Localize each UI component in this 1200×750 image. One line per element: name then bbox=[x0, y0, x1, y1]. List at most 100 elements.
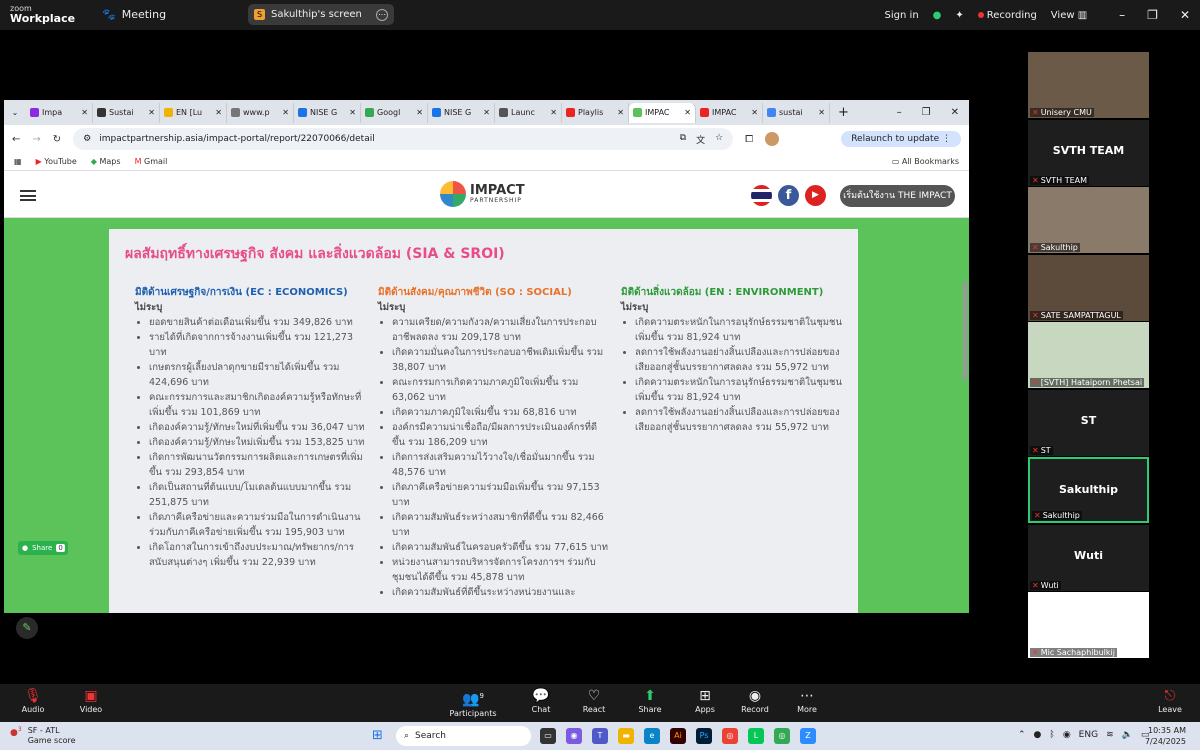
close-icon[interactable]: ✕ bbox=[1180, 8, 1190, 22]
share-button[interactable]: ● Share 0 bbox=[18, 541, 68, 555]
chat-button[interactable]: 💬 Chat bbox=[516, 688, 566, 714]
hamburger-menu-icon[interactable] bbox=[20, 190, 36, 201]
browser-tab[interactable]: NISE G ✕ bbox=[294, 102, 361, 123]
wifi-icon[interactable]: ≋ bbox=[1106, 730, 1114, 740]
zoom-app-icon[interactable]: Z bbox=[800, 728, 816, 744]
more-options-icon[interactable]: ⋯ bbox=[376, 8, 388, 21]
tab-close-icon[interactable]: ✕ bbox=[550, 108, 557, 117]
tab-close-icon[interactable]: ✕ bbox=[684, 108, 691, 117]
edge-icon[interactable]: e bbox=[644, 728, 660, 744]
teams-icon[interactable]: T bbox=[592, 728, 608, 744]
participant-tile[interactable]: Wuti ✕ Wuti bbox=[1028, 524, 1149, 591]
participants-button[interactable]: 👥9 Participants bbox=[448, 688, 498, 718]
start-using-button[interactable]: เริ่มต้นใช้งาน THE IMPACT bbox=[840, 185, 955, 207]
participant-tile[interactable]: ✕ Mic Sachaphibulkij bbox=[1028, 592, 1149, 658]
share-screen-button[interactable]: ⬆ Share bbox=[625, 688, 675, 714]
chrome-alt-icon[interactable]: ◎ bbox=[774, 728, 790, 744]
video-button[interactable]: ▣ Video bbox=[66, 688, 116, 714]
more-button[interactable]: ⋯ More bbox=[782, 688, 832, 714]
browser-restore-icon[interactable]: ❐ bbox=[922, 107, 931, 118]
tab-close-icon[interactable]: ✕ bbox=[617, 108, 624, 117]
bookmark-gmail[interactable]: M Gmail bbox=[135, 157, 168, 166]
profile-avatar[interactable] bbox=[765, 132, 780, 146]
chrome-icon[interactable]: ◎ bbox=[722, 728, 738, 744]
record-button[interactable]: ◉ Record bbox=[730, 688, 780, 714]
language-indicator[interactable]: ENG bbox=[1079, 730, 1098, 740]
recording-indicator[interactable]: Recording bbox=[977, 10, 1037, 21]
participant-tile[interactable]: ✕ Sakulthip bbox=[1028, 187, 1149, 253]
copilot-icon[interactable]: ◉ bbox=[566, 728, 582, 744]
photoshop-icon[interactable]: Ps bbox=[696, 728, 712, 744]
extensions-icon[interactable]: ⧠ bbox=[745, 134, 753, 145]
tab-close-icon[interactable]: ✕ bbox=[215, 108, 222, 117]
back-icon[interactable]: ← bbox=[12, 134, 20, 145]
annotate-pencil-icon[interactable]: ✎ bbox=[16, 617, 38, 639]
task-view-icon[interactable]: ▭ bbox=[540, 728, 556, 744]
tab-search-icon[interactable]: ⌄ bbox=[4, 108, 26, 117]
participant-tile[interactable]: SVTH TEAM ✕ SVTH TEAM bbox=[1028, 119, 1149, 186]
bookmark-maps[interactable]: ◆ Maps bbox=[91, 157, 121, 166]
browser-minimize-icon[interactable]: – bbox=[897, 107, 902, 118]
install-icon[interactable]: ⧉ bbox=[680, 133, 686, 146]
react-button[interactable]: ♡ React bbox=[569, 688, 619, 714]
view-button[interactable]: View ▥ bbox=[1051, 10, 1087, 21]
relaunch-button[interactable]: Relaunch to update ⋮ bbox=[841, 131, 961, 147]
bookmark-star-icon[interactable]: ☆ bbox=[715, 133, 723, 146]
meeting-tab[interactable]: 🐾 Meeting bbox=[102, 8, 166, 21]
browser-tab[interactable]: Playlis ✕ bbox=[562, 102, 629, 123]
weather-widget[interactable]: ●3 SF - ATL Game score bbox=[10, 726, 76, 746]
participant-tile[interactable]: ✕ Unisery CMU bbox=[1028, 52, 1149, 118]
tray-chevron-icon[interactable]: ⌃ bbox=[1018, 730, 1026, 740]
page-scrollbar[interactable] bbox=[963, 281, 967, 381]
maximize-icon[interactable]: ❐ bbox=[1147, 8, 1158, 22]
apps-grid-icon[interactable]: ▦ bbox=[14, 157, 22, 166]
youtube-icon[interactable]: ▶ bbox=[805, 185, 826, 206]
browser-close-icon[interactable]: ✕ bbox=[951, 107, 959, 118]
participant-tile[interactable]: ✕ SATE SAMPATTAGUL bbox=[1028, 254, 1149, 321]
browser-tab[interactable]: Impa ✕ bbox=[26, 102, 93, 123]
illustrator-icon[interactable]: Ai bbox=[670, 728, 686, 744]
location-icon[interactable]: ◉ bbox=[1063, 730, 1071, 740]
leave-button[interactable]: ⎋ Leave bbox=[1145, 688, 1195, 714]
translate-icon[interactable]: 文 bbox=[696, 133, 705, 146]
bookmark-youtube[interactable]: ▶ YouTube bbox=[36, 157, 77, 166]
file-explorer-icon[interactable]: ▬ bbox=[618, 728, 634, 744]
site-info-icon[interactable]: ⚙ bbox=[83, 134, 91, 144]
tab-close-icon[interactable]: ✕ bbox=[282, 108, 289, 117]
participant-tile[interactable]: ✕ [SVTH] Hataiporn Phetsai bbox=[1028, 322, 1149, 388]
reload-icon[interactable]: ↻ bbox=[53, 134, 61, 145]
minimize-icon[interactable]: – bbox=[1119, 8, 1125, 22]
tab-close-icon[interactable]: ✕ bbox=[483, 108, 490, 117]
line-icon[interactable]: L bbox=[748, 728, 764, 744]
browser-tab[interactable]: sustai ✕ bbox=[763, 102, 830, 123]
tab-close-icon[interactable]: ✕ bbox=[148, 108, 155, 117]
tab-close-icon[interactable]: ✕ bbox=[416, 108, 423, 117]
tab-close-icon[interactable]: ✕ bbox=[349, 108, 356, 117]
sign-in-button[interactable]: Sign in bbox=[885, 10, 919, 21]
thai-flag-icon[interactable] bbox=[751, 185, 772, 206]
apps-button[interactable]: ⊞ Apps bbox=[680, 688, 730, 714]
bluetooth-icon[interactable]: ᛒ bbox=[1049, 730, 1054, 740]
browser-tab[interactable]: Sustai ✕ bbox=[93, 102, 160, 123]
volume-icon[interactable]: 🔈 bbox=[1122, 730, 1133, 740]
tab-close-icon[interactable]: ✕ bbox=[818, 108, 825, 117]
browser-tab[interactable]: www.p ✕ bbox=[227, 102, 294, 123]
participant-tile[interactable]: Sakulthip ✕ Sakulthip bbox=[1028, 457, 1149, 523]
impact-logo[interactable]: IMPACT PARTNERSHIP bbox=[440, 181, 525, 207]
browser-tab[interactable]: IMPAC ✕ bbox=[629, 102, 696, 123]
tab-close-icon[interactable]: ✕ bbox=[81, 108, 88, 117]
new-tab-icon[interactable]: + bbox=[838, 105, 849, 120]
browser-tab[interactable]: Launc ✕ bbox=[495, 102, 562, 123]
sparkle-icon[interactable]: ✦ bbox=[955, 10, 963, 21]
browser-tab[interactable]: EN [Lu ✕ bbox=[160, 102, 227, 123]
start-icon[interactable]: ⊞ bbox=[372, 728, 383, 743]
browser-tab[interactable]: Googl ✕ bbox=[361, 102, 428, 123]
taskbar-search[interactable]: ⌕ Search bbox=[396, 726, 531, 746]
clock[interactable]: 10:35 AM 7/24/2025 bbox=[1145, 725, 1186, 747]
tray-app-icon[interactable]: ● bbox=[1034, 730, 1042, 740]
tab-close-icon[interactable]: ✕ bbox=[751, 108, 758, 117]
browser-tab[interactable]: NISE G ✕ bbox=[428, 102, 495, 123]
browser-tab[interactable]: IMPAC ✕ bbox=[696, 102, 763, 123]
participant-tile[interactable]: ST ✕ ST bbox=[1028, 389, 1149, 456]
all-bookmarks[interactable]: ▭ All Bookmarks bbox=[892, 157, 959, 166]
